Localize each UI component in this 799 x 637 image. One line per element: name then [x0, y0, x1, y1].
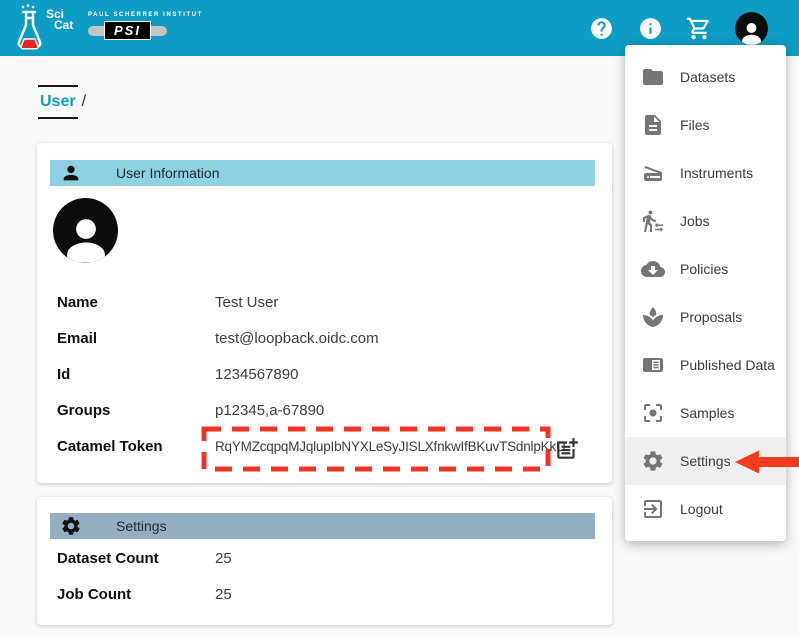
settings-card-title: Settings: [116, 518, 167, 534]
menu-item-label: Proposals: [680, 309, 742, 325]
folder-icon: [641, 65, 665, 89]
user-card-header: User Information: [50, 160, 595, 186]
copy-token-button[interactable]: [554, 436, 580, 462]
menu-item-label: Jobs: [680, 213, 710, 229]
menu-item-jobs[interactable]: Jobs: [625, 197, 786, 245]
user-information-card: User Information Name Test User Email te…: [37, 143, 612, 483]
field-row-email: Email test@loopback.oidc.com: [57, 320, 592, 356]
user-card-title: User Information: [116, 165, 219, 181]
breadcrumb-user-link[interactable]: User: [38, 85, 78, 119]
menu-item-label: Samples: [680, 405, 734, 421]
walking-person-icon: [641, 209, 665, 233]
gear-icon: [60, 515, 82, 537]
settings-fields: Dataset Count 25 Job Count 25: [57, 540, 592, 612]
psi-logo: PAUL SCHERRER INSTITUT PSI: [88, 12, 178, 40]
shopping-cart-icon: [686, 15, 712, 42]
person-icon: [60, 162, 82, 184]
field-value: p12345,a-67890: [215, 402, 324, 419]
user-fields: Name Test User Email test@loopback.oidc.…: [57, 284, 592, 464]
menu-item-label: Datasets: [680, 69, 735, 85]
menu-item-label: Published Data: [680, 357, 775, 373]
help-button[interactable]: [588, 15, 614, 41]
field-label: Job Count: [57, 586, 215, 603]
logout-icon: [641, 497, 665, 521]
field-value: 25: [215, 586, 232, 603]
psi-bar: PSI: [88, 21, 178, 40]
menu-item-logout[interactable]: Logout: [625, 485, 786, 533]
menu-item-files[interactable]: Files: [625, 101, 786, 149]
cloud-download-icon: [641, 257, 665, 281]
breadcrumb: User/: [38, 85, 86, 119]
field-value: Test User: [215, 294, 278, 311]
breadcrumb-separator: /: [82, 93, 86, 110]
field-row-catamel-token: Catamel Token RqYMZcqpqMJqlupIbNYXLeSyJI…: [57, 428, 592, 464]
newspaper-icon: [641, 353, 665, 377]
field-row-name: Name Test User: [57, 284, 592, 320]
scicat-logo-text: Sci Cat: [46, 9, 73, 31]
menu-item-published-data[interactable]: Published Data: [625, 341, 786, 389]
field-row-id: Id 1234567890: [57, 356, 592, 392]
field-label: Email: [57, 330, 215, 347]
field-row-dataset-count: Dataset Count 25: [57, 540, 592, 576]
copy-to-clipboard-icon: [554, 436, 580, 462]
user-dropdown-menu: Datasets Files Instruments Jobs Policies…: [625, 45, 786, 541]
scicat-text-line2: Cat: [54, 20, 73, 31]
psi-caption: PAUL SCHERRER INSTITUT: [88, 12, 178, 18]
settings-card-header: Settings: [50, 513, 595, 539]
field-label: Dataset Count: [57, 550, 215, 567]
menu-item-samples[interactable]: Samples: [625, 389, 786, 437]
psi-label: PSI: [104, 21, 151, 40]
help-icon: [589, 16, 614, 41]
menu-item-instruments[interactable]: Instruments: [625, 149, 786, 197]
menu-item-label: Instruments: [680, 165, 753, 181]
center-focus-icon: [641, 401, 665, 425]
field-row-job-count: Job Count 25: [57, 576, 592, 612]
field-label: Groups: [57, 402, 215, 419]
scicat-logo: Sci Cat: [16, 3, 80, 53]
info-button[interactable]: [637, 15, 663, 41]
field-value: 25: [215, 550, 232, 567]
avatar-icon: [738, 20, 765, 45]
menu-item-label: Logout: [680, 501, 723, 517]
catamel-token-value: RqYMZcqpqMJqlupIbNYXLeSyJISLXfnkwIfBKuvT…: [215, 439, 566, 454]
avatar-icon: [59, 213, 113, 263]
gear-icon: [641, 449, 665, 473]
menu-item-proposals[interactable]: Proposals: [625, 293, 786, 341]
field-row-groups: Groups p12345,a-67890: [57, 392, 592, 428]
user-menu-avatar-button[interactable]: [735, 12, 768, 45]
settings-card: Settings Dataset Count 25 Job Count 25: [37, 497, 612, 625]
cart-button[interactable]: [686, 15, 712, 41]
menu-item-label: Policies: [680, 261, 728, 277]
field-value: test@loopback.oidc.com: [215, 330, 379, 347]
field-value: 1234567890: [215, 366, 298, 383]
info-icon: [638, 16, 663, 41]
field-label: Name: [57, 294, 215, 311]
menu-item-label: Files: [680, 117, 710, 133]
menu-item-datasets[interactable]: Datasets: [625, 53, 786, 101]
profile-avatar: [53, 198, 118, 263]
menu-item-settings[interactable]: Settings: [625, 437, 786, 485]
scanner-icon: [641, 161, 665, 185]
field-label: Catamel Token: [57, 438, 215, 455]
menu-item-policies[interactable]: Policies: [625, 245, 786, 293]
menu-item-label: Settings: [680, 453, 731, 469]
field-label: Id: [57, 366, 215, 383]
spa-icon: [641, 305, 665, 329]
document-icon: [641, 113, 665, 137]
